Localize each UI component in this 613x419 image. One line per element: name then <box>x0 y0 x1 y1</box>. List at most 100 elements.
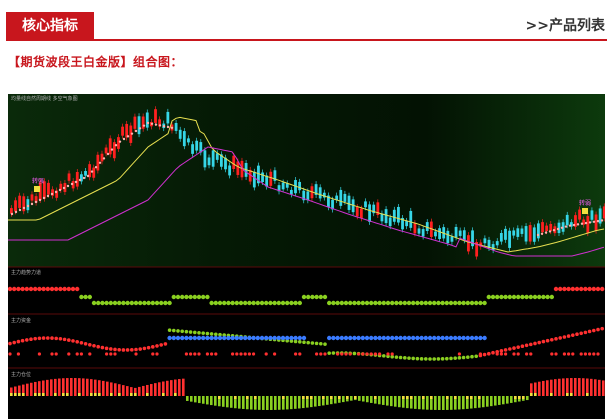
candle-body <box>84 171 87 176</box>
position-bar-yellow <box>254 396 257 399</box>
position-bar-yellow <box>310 396 313 399</box>
fund-flow-blue-dot <box>234 335 239 341</box>
fund-flow-base-dot <box>487 352 491 356</box>
position-bar <box>326 396 329 405</box>
trend-power-dot <box>247 300 252 306</box>
position-bar-yellow <box>34 393 37 396</box>
position-bar-yellow <box>302 396 305 399</box>
position-bar-yellow <box>66 393 69 396</box>
fund-flow-base-dot <box>37 352 41 356</box>
candle-body <box>306 191 310 201</box>
fund-flow-dot <box>554 337 558 341</box>
fund-flow-blue-dot <box>201 335 206 341</box>
candle-body <box>512 230 516 236</box>
fund-flow-dot <box>104 346 109 351</box>
fund-flow-blue-dot <box>276 335 281 341</box>
trend-dot <box>118 140 122 143</box>
position-bar <box>458 396 461 410</box>
fund-flow-dot <box>533 341 537 346</box>
trend-power-dot <box>369 300 374 306</box>
fund-flow-base-dot <box>386 352 390 356</box>
candle-body <box>207 157 211 166</box>
fund-flow-blue-dot <box>461 335 466 341</box>
signal-marker-left <box>34 186 40 192</box>
trend-power-dot <box>419 300 424 306</box>
trend-power-dot <box>448 300 454 306</box>
position-bar <box>250 396 253 410</box>
position-bar <box>386 396 389 406</box>
fund-flow-blue-dot <box>369 335 374 341</box>
candle-body <box>388 217 392 227</box>
position-bar <box>122 385 125 396</box>
fund-flow-dot <box>436 357 441 361</box>
trend-power-dot <box>310 294 315 300</box>
candle-body <box>121 126 124 136</box>
fund-flow-dot <box>323 342 327 346</box>
candle-body <box>578 209 581 220</box>
position-bar <box>510 396 513 403</box>
trend-power-dot <box>406 300 412 306</box>
trend-dot <box>102 157 106 160</box>
trend-dot <box>600 219 604 222</box>
trend-power-dot <box>587 286 592 292</box>
candle-body <box>454 226 458 238</box>
fund-flow-dot <box>470 354 474 359</box>
trend-power-dot <box>377 300 382 306</box>
position-bar <box>198 396 201 404</box>
trend-power-dot <box>322 294 328 300</box>
position-bar-yellow <box>534 393 537 396</box>
position-bar-yellow <box>446 396 449 399</box>
fund-flow-base-dot <box>571 352 575 356</box>
fund-flow-dot <box>352 351 357 356</box>
trend-power-dot <box>20 286 25 292</box>
product-list-link[interactable]: >>产品列表 <box>526 15 605 35</box>
candle-body <box>298 181 302 191</box>
candle-body <box>215 153 219 160</box>
position-bar-yellow <box>566 393 569 396</box>
candle-body <box>347 195 351 210</box>
position-bar <box>158 382 161 396</box>
fund-flow-blue-dot <box>259 335 265 341</box>
position-bar <box>318 396 321 407</box>
trend-power-dot <box>474 300 479 306</box>
position-bar-yellow <box>478 396 481 399</box>
position-bar <box>294 396 297 409</box>
trend-dot <box>564 225 568 228</box>
trend-power-dot <box>524 294 529 300</box>
fund-flow-dot <box>159 343 163 347</box>
position-bar <box>242 396 245 409</box>
position-bar-yellow <box>586 393 589 396</box>
candle-body <box>228 165 232 176</box>
trend-power-dot <box>243 300 248 306</box>
candle-body <box>133 116 137 129</box>
chart-svg: 均量线自然周期线 多空气象图 主力趋势力道 主力资金 主力仓位 转强 转弱 <box>8 94 605 410</box>
candle-body <box>516 228 520 237</box>
position-bar <box>230 396 233 408</box>
trend-power-dot <box>188 294 193 300</box>
trend-power-dot <box>390 300 395 306</box>
fund-flow-blue-dot <box>373 335 378 341</box>
fund-flow-base-dot <box>50 352 54 356</box>
trend-power-dot <box>398 300 403 306</box>
fund-flow-blue-dot <box>184 335 189 341</box>
position-bar <box>526 396 529 401</box>
fund-flow-blue-dot <box>301 335 307 341</box>
trend-power-dot <box>507 294 512 300</box>
fund-flow-blue-dot <box>192 335 197 341</box>
fund-flow-blue-dot <box>364 335 370 341</box>
fund-flow-dot <box>41 336 46 340</box>
candle-body <box>108 138 112 155</box>
position-bar <box>398 396 401 408</box>
candle-body <box>355 206 359 217</box>
candle-body <box>26 199 30 211</box>
candle-body <box>318 187 322 199</box>
fund-flow-base-dot <box>340 352 344 356</box>
trend-power-dot <box>91 300 97 306</box>
position-bar-yellow <box>118 393 121 396</box>
position-bar <box>390 396 393 407</box>
position-bar <box>502 396 505 405</box>
trend-power-dot <box>230 300 235 306</box>
trend-power-dot <box>360 300 365 306</box>
trend-power-dot <box>192 294 197 300</box>
fund-flow-dot <box>398 355 403 360</box>
